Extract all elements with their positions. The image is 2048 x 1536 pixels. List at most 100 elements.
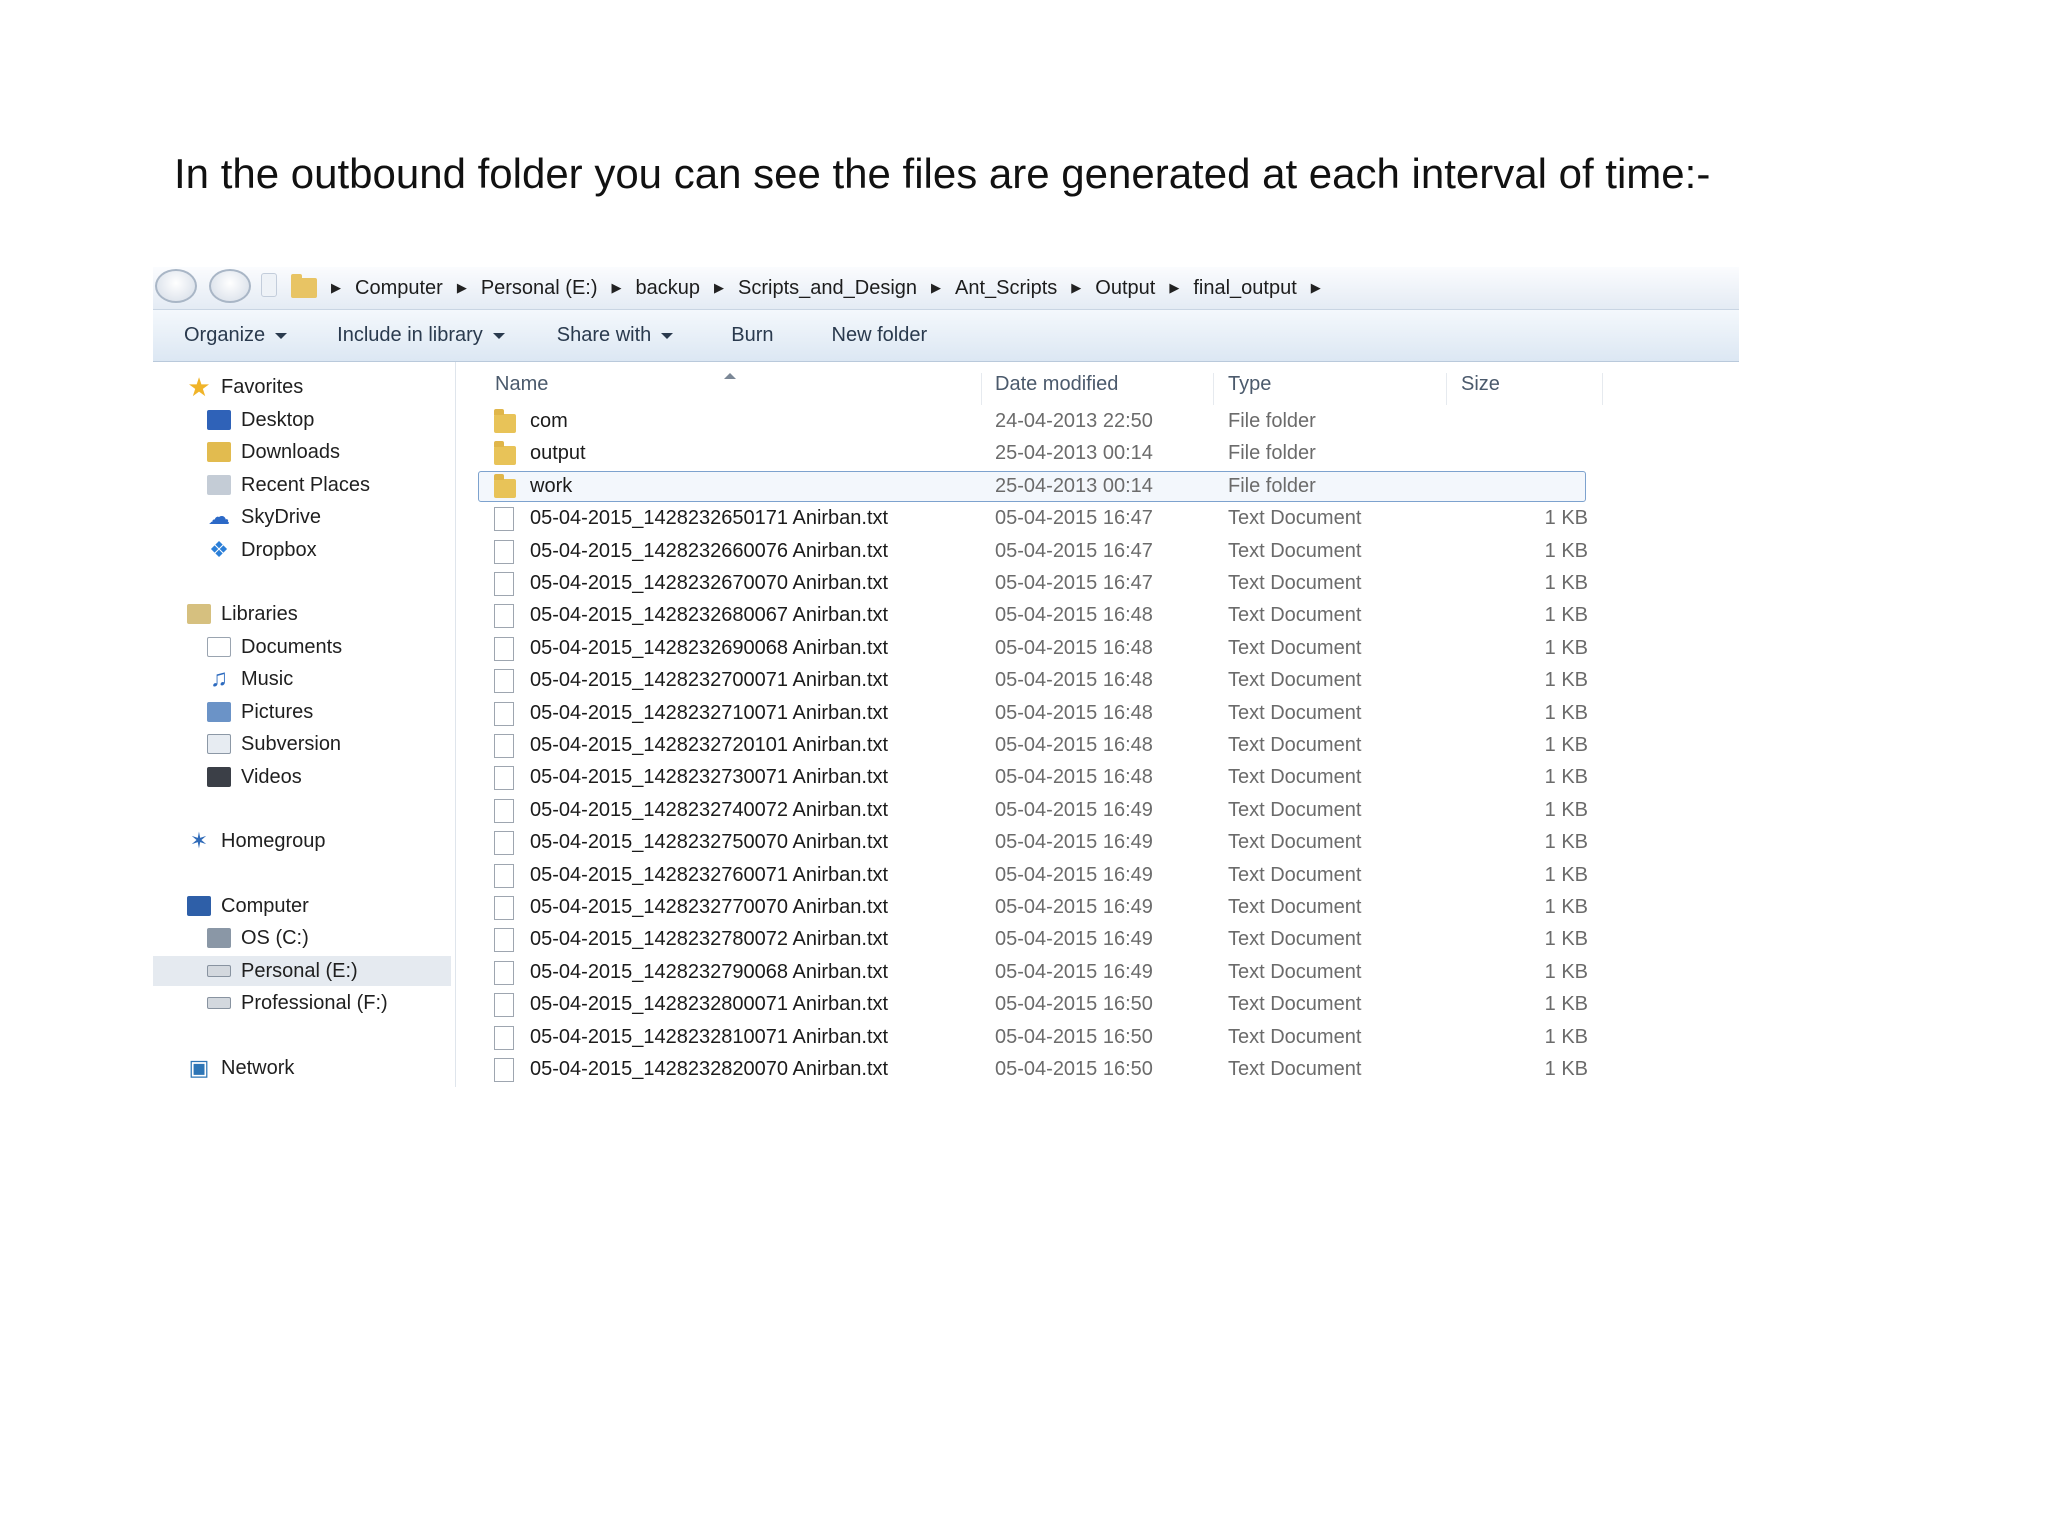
new-folder-button[interactable]: New folder [832,324,928,347]
file-type: File folder [1228,474,1316,497]
file-row[interactable]: 05-04-2015_1428232810071 Anirban.txt 05-0… [456,1022,1739,1054]
file-row[interactable]: 05-04-2015_1428232790068 Anirban.txt 05-0… [456,957,1739,989]
breadcrumb-ant-scripts[interactable]: Ant_Scripts [955,277,1057,300]
text-file-icon [494,572,514,596]
drive-icon [207,965,231,977]
file-name: 05-04-2015_1428232730071 Anirban.txt [530,766,889,789]
column-type[interactable]: Type [1228,373,1271,396]
nav-downloads[interactable]: Downloads [207,437,340,467]
file-row[interactable]: 05-04-2015_1428232690068 Anirban.txt 05-0… [456,633,1739,665]
column-divider[interactable] [1446,373,1447,405]
downloads-icon [207,442,231,462]
nav-recent-places[interactable]: Recent Places [207,470,370,500]
file-date-modified: 05-04-2015 16:47 [995,539,1153,562]
nav-favorites-label: Favorites [221,375,304,398]
chevron-right-icon[interactable]: ▶ [714,280,724,296]
chevron-right-icon[interactable]: ▶ [331,280,341,296]
file-row[interactable]: 05-04-2015_1428232750070 Anirban.txt 05-0… [456,827,1739,859]
nav-subversion[interactable]: Subversion [207,729,341,759]
text-file-icon [494,539,514,564]
file-row[interactable]: 05-04-2015_1428232760071 Anirban.txt 05-0… [456,860,1739,892]
chevron-right-icon[interactable]: ▶ [1169,280,1179,296]
file-row[interactable]: 05-04-2015_1428232650171 Anirban.txt 05-0… [456,503,1739,535]
nav-videos[interactable]: Videos [207,762,302,792]
include-in-library-button[interactable]: Include in library [337,324,505,347]
nav-personal-e-label: Personal (E:) [241,959,358,982]
folder-row[interactable]: com 24-04-2013 22:50 File folder [456,406,1739,438]
file-row[interactable]: 05-04-2015_1428232730071 Anirban.txt 05-0… [456,762,1739,794]
file-size: 1 KB [1544,636,1588,659]
nav-homegroup-label: Homegroup [221,829,326,852]
column-name[interactable]: Name [495,373,548,396]
network-icon: ▣ [188,1055,210,1080]
file-size: 1 KB [1544,831,1588,854]
file-type: Text Document [1228,831,1362,854]
file-type: Text Document [1228,1025,1362,1048]
file-row[interactable]: 05-04-2015_1428232740072 Anirban.txt 05-0… [456,795,1739,827]
nav-os-c[interactable]: OS (C:) [207,923,309,953]
column-divider[interactable] [981,373,982,405]
file-size: 1 KB [1544,507,1588,530]
file-row[interactable]: 05-04-2015_1428232720101 Anirban.txt 05-0… [456,730,1739,762]
nav-music[interactable]: ♫ Music [207,664,293,694]
folder-row[interactable]: output 25-04-2013 00:14 File folder [456,438,1739,470]
file-size: 1 KB [1544,734,1588,756]
subversion-icon [207,734,231,754]
chevron-right-icon[interactable]: ▶ [457,280,467,296]
file-name: output [530,442,586,465]
file-row[interactable]: 05-04-2015_1428232780072 Anirban.txt 05-0… [456,924,1739,956]
file-row[interactable]: 05-04-2015_1428232660076 Anirban.txt 05-0… [456,536,1739,568]
breadcrumb-personal[interactable]: Personal (E:) [481,277,598,300]
file-row[interactable]: 05-04-2015_1428232770070 Anirban.txt 05-0… [456,892,1739,924]
breadcrumb-final-output[interactable]: final_output [1193,277,1296,300]
breadcrumb[interactable]: ▶ Computer ▶ Personal (E:) ▶ backup ▶ Sc… [291,267,1719,309]
nav-libraries[interactable]: Libraries [187,599,298,629]
nav-dropbox[interactable]: ❖ Dropbox [207,535,316,565]
share-with-button[interactable]: Share with [557,324,674,347]
chevron-right-icon[interactable]: ▶ [1071,280,1081,296]
breadcrumb-computer[interactable]: Computer [355,277,443,300]
chevron-right-icon[interactable]: ▶ [612,280,622,296]
column-divider[interactable] [1602,373,1603,405]
file-name: 05-04-2015_1428232740072 Anirban.txt [530,798,889,821]
file-size: 1 KB [1544,701,1588,724]
column-size[interactable]: Size [1461,373,1500,396]
nav-desktop[interactable]: Desktop [207,405,314,435]
breadcrumb-backup[interactable]: backup [636,277,701,300]
forward-button[interactable] [209,269,251,303]
nav-homegroup[interactable]: ✶ Homegroup [187,826,326,856]
chevron-right-icon[interactable]: ▶ [1311,280,1321,296]
text-file-icon [494,636,514,661]
nav-computer[interactable]: Computer [187,891,309,921]
new-folder-label: New folder [831,324,928,346]
nav-documents[interactable]: Documents [207,632,342,662]
folder-icon [494,441,516,466]
nav-professional-f[interactable]: Professional (F:) [207,988,388,1018]
file-row[interactable]: 05-04-2015_1428232820070 Anirban.txt 05-0… [456,1054,1739,1086]
file-date-modified: 05-04-2015 16:47 [995,507,1153,530]
file-row[interactable]: 05-04-2015_1428232670070 Anirban.txt 05-0… [456,568,1739,600]
file-row[interactable]: 05-04-2015_1428232700071 Anirban.txt 05-0… [456,665,1739,697]
organize-button[interactable]: Organize [184,324,288,347]
file-row[interactable]: 05-04-2015_1428232800071 Anirban.txt 05-0… [456,989,1739,1021]
chevron-right-icon[interactable]: ▶ [931,280,941,296]
folder-icon [494,409,516,433]
nav-pictures[interactable]: Pictures [207,697,313,727]
column-date-modified[interactable]: Date modified [995,373,1118,396]
nav-network[interactable]: ▣ Network [187,1053,295,1083]
burn-button[interactable]: Burn [731,324,773,347]
breadcrumb-output[interactable]: Output [1095,277,1155,300]
nav-favorites[interactable]: ★ Favorites [187,372,303,402]
folder-row[interactable]: work 25-04-2013 00:14 File folder [456,470,1739,503]
system-drive-icon [207,928,231,948]
file-row[interactable]: 05-04-2015_1428232710071 Anirban.txt 05-0… [456,698,1739,730]
file-row[interactable]: 05-04-2015_1428232680067 Anirban.txt 05-0… [456,600,1739,632]
recent-pages-dropdown[interactable] [261,273,277,297]
column-divider[interactable] [1213,373,1214,405]
nav-personal-e[interactable]: Personal (E:) [153,956,451,986]
file-type: Text Document [1228,798,1362,821]
breadcrumb-scripts[interactable]: Scripts_and_Design [738,277,917,300]
music-icon: ♫ [210,665,228,692]
nav-skydrive[interactable]: ☁ SkyDrive [207,502,321,532]
back-button[interactable] [155,269,197,303]
